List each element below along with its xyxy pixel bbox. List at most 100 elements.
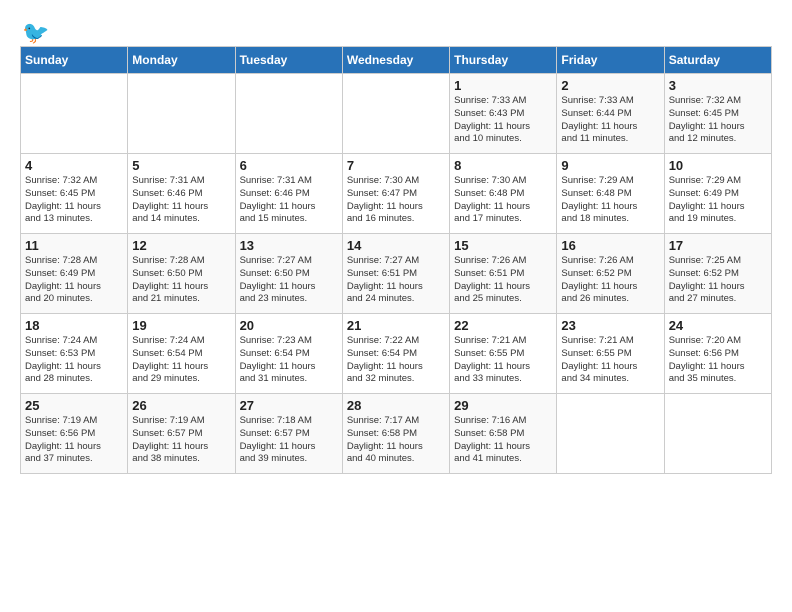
day-number: 2 xyxy=(561,78,659,93)
day-info: Sunrise: 7:22 AM Sunset: 6:54 PM Dayligh… xyxy=(347,335,445,386)
day-number: 7 xyxy=(347,158,445,173)
calendar-cell xyxy=(557,394,664,474)
day-info: Sunrise: 7:27 AM Sunset: 6:50 PM Dayligh… xyxy=(240,255,338,306)
day-info: Sunrise: 7:29 AM Sunset: 6:48 PM Dayligh… xyxy=(561,175,659,226)
day-info: Sunrise: 7:17 AM Sunset: 6:58 PM Dayligh… xyxy=(347,415,445,466)
day-number: 9 xyxy=(561,158,659,173)
calendar-cell: 27 Sunrise: 7:18 AM Sunset: 6:57 PM Dayli… xyxy=(235,394,342,474)
day-info: Sunrise: 7:31 AM Sunset: 6:46 PM Dayligh… xyxy=(132,175,230,226)
calendar-cell: 14 Sunrise: 7:27 AM Sunset: 6:51 PM Dayli… xyxy=(342,234,449,314)
day-number: 25 xyxy=(25,398,123,413)
day-info: Sunrise: 7:21 AM Sunset: 6:55 PM Dayligh… xyxy=(561,335,659,386)
header-tuesday: Tuesday xyxy=(235,47,342,74)
calendar-cell xyxy=(342,74,449,154)
day-number: 11 xyxy=(25,238,123,253)
day-number: 24 xyxy=(669,318,767,333)
header-thursday: Thursday xyxy=(450,47,557,74)
day-info: Sunrise: 7:29 AM Sunset: 6:49 PM Dayligh… xyxy=(669,175,767,226)
calendar-cell: 1 Sunrise: 7:33 AM Sunset: 6:43 PM Daylig… xyxy=(450,74,557,154)
header-sunday: Sunday xyxy=(21,47,128,74)
day-number: 15 xyxy=(454,238,552,253)
calendar-week-row: 18 Sunrise: 7:24 AM Sunset: 6:53 PM Dayli… xyxy=(21,314,772,394)
day-info: Sunrise: 7:28 AM Sunset: 6:50 PM Dayligh… xyxy=(132,255,230,306)
day-number: 16 xyxy=(561,238,659,253)
calendar-cell: 13 Sunrise: 7:27 AM Sunset: 6:50 PM Dayli… xyxy=(235,234,342,314)
calendar-cell: 3 Sunrise: 7:32 AM Sunset: 6:45 PM Daylig… xyxy=(664,74,771,154)
calendar-week-row: 4 Sunrise: 7:32 AM Sunset: 6:45 PM Daylig… xyxy=(21,154,772,234)
day-number: 4 xyxy=(25,158,123,173)
day-number: 23 xyxy=(561,318,659,333)
calendar-cell: 22 Sunrise: 7:21 AM Sunset: 6:55 PM Dayli… xyxy=(450,314,557,394)
calendar-cell: 17Sunrise: 7:25 AM Sunset: 6:52 PM Dayli… xyxy=(664,234,771,314)
calendar-table: SundayMondayTuesdayWednesdayThursdayFrid… xyxy=(20,46,772,474)
calendar-cell: 16 Sunrise: 7:26 AM Sunset: 6:52 PM Dayli… xyxy=(557,234,664,314)
calendar-header-row: SundayMondayTuesdayWednesdayThursdayFrid… xyxy=(21,47,772,74)
day-info: Sunrise: 7:25 AM Sunset: 6:52 PM Dayligh… xyxy=(669,255,767,306)
day-info: Sunrise: 7:31 AM Sunset: 6:46 PM Dayligh… xyxy=(240,175,338,226)
day-number: 6 xyxy=(240,158,338,173)
calendar-cell: 23 Sunrise: 7:21 AM Sunset: 6:55 PM Dayli… xyxy=(557,314,664,394)
calendar-cell: 20 Sunrise: 7:23 AM Sunset: 6:54 PM Dayli… xyxy=(235,314,342,394)
calendar-cell: 5 Sunrise: 7:31 AM Sunset: 6:46 PM Daylig… xyxy=(128,154,235,234)
calendar-cell: 28 Sunrise: 7:17 AM Sunset: 6:58 PM Dayli… xyxy=(342,394,449,474)
day-number: 8 xyxy=(454,158,552,173)
day-info: Sunrise: 7:27 AM Sunset: 6:51 PM Dayligh… xyxy=(347,255,445,306)
calendar-cell: 12Sunrise: 7:28 AM Sunset: 6:50 PM Dayli… xyxy=(128,234,235,314)
day-info: Sunrise: 7:33 AM Sunset: 6:44 PM Dayligh… xyxy=(561,95,659,146)
day-info: Sunrise: 7:24 AM Sunset: 6:53 PM Dayligh… xyxy=(25,335,123,386)
calendar-cell xyxy=(21,74,128,154)
day-number: 20 xyxy=(240,318,338,333)
calendar-cell xyxy=(128,74,235,154)
day-info: Sunrise: 7:16 AM Sunset: 6:58 PM Dayligh… xyxy=(454,415,552,466)
day-info: Sunrise: 7:19 AM Sunset: 6:56 PM Dayligh… xyxy=(25,415,123,466)
calendar-cell: 2 Sunrise: 7:33 AM Sunset: 6:44 PM Daylig… xyxy=(557,74,664,154)
calendar-cell: 9 Sunrise: 7:29 AM Sunset: 6:48 PM Daylig… xyxy=(557,154,664,234)
calendar-cell: 11 Sunrise: 7:28 AM Sunset: 6:49 PM Dayli… xyxy=(21,234,128,314)
day-info: Sunrise: 7:33 AM Sunset: 6:43 PM Dayligh… xyxy=(454,95,552,146)
header-wednesday: Wednesday xyxy=(342,47,449,74)
calendar-week-row: 11 Sunrise: 7:28 AM Sunset: 6:49 PM Dayli… xyxy=(21,234,772,314)
logo-bird-icon: 🐦 xyxy=(22,20,49,46)
day-info: Sunrise: 7:32 AM Sunset: 6:45 PM Dayligh… xyxy=(25,175,123,226)
calendar-cell xyxy=(235,74,342,154)
day-number: 27 xyxy=(240,398,338,413)
day-number: 10 xyxy=(669,158,767,173)
day-info: Sunrise: 7:20 AM Sunset: 6:56 PM Dayligh… xyxy=(669,335,767,386)
day-number: 3 xyxy=(669,78,767,93)
day-info: Sunrise: 7:19 AM Sunset: 6:57 PM Dayligh… xyxy=(132,415,230,466)
calendar-cell: 8 Sunrise: 7:30 AM Sunset: 6:48 PM Daylig… xyxy=(450,154,557,234)
day-info: Sunrise: 7:28 AM Sunset: 6:49 PM Dayligh… xyxy=(25,255,123,306)
day-info: Sunrise: 7:26 AM Sunset: 6:52 PM Dayligh… xyxy=(561,255,659,306)
day-number: 19 xyxy=(132,318,230,333)
header-saturday: Saturday xyxy=(664,47,771,74)
calendar-cell: 25 Sunrise: 7:19 AM Sunset: 6:56 PM Dayli… xyxy=(21,394,128,474)
calendar-cell: 26 Sunrise: 7:19 AM Sunset: 6:57 PM Dayli… xyxy=(128,394,235,474)
header-friday: Friday xyxy=(557,47,664,74)
day-number: 13 xyxy=(240,238,338,253)
day-number: 26 xyxy=(132,398,230,413)
page-header: 🐦 xyxy=(20,20,772,40)
calendar-cell: 15 Sunrise: 7:26 AM Sunset: 6:51 PM Dayli… xyxy=(450,234,557,314)
calendar-cell: 4 Sunrise: 7:32 AM Sunset: 6:45 PM Daylig… xyxy=(21,154,128,234)
day-number: 21 xyxy=(347,318,445,333)
day-info: Sunrise: 7:23 AM Sunset: 6:54 PM Dayligh… xyxy=(240,335,338,386)
day-info: Sunrise: 7:18 AM Sunset: 6:57 PM Dayligh… xyxy=(240,415,338,466)
day-info: Sunrise: 7:26 AM Sunset: 6:51 PM Dayligh… xyxy=(454,255,552,306)
day-number: 1 xyxy=(454,78,552,93)
day-info: Sunrise: 7:24 AM Sunset: 6:54 PM Dayligh… xyxy=(132,335,230,386)
calendar-cell: 19 Sunrise: 7:24 AM Sunset: 6:54 PM Dayli… xyxy=(128,314,235,394)
calendar-cell: 24 Sunrise: 7:20 AM Sunset: 6:56 PM Dayli… xyxy=(664,314,771,394)
day-number: 5 xyxy=(132,158,230,173)
day-number: 22 xyxy=(454,318,552,333)
calendar-cell: 18 Sunrise: 7:24 AM Sunset: 6:53 PM Dayli… xyxy=(21,314,128,394)
day-number: 18 xyxy=(25,318,123,333)
day-number: 14 xyxy=(347,238,445,253)
day-number: 28 xyxy=(347,398,445,413)
calendar-cell: 7Sunrise: 7:30 AM Sunset: 6:47 PM Daylig… xyxy=(342,154,449,234)
calendar-cell: 10 Sunrise: 7:29 AM Sunset: 6:49 PM Dayli… xyxy=(664,154,771,234)
day-info: Sunrise: 7:21 AM Sunset: 6:55 PM Dayligh… xyxy=(454,335,552,386)
day-info: Sunrise: 7:30 AM Sunset: 6:48 PM Dayligh… xyxy=(454,175,552,226)
calendar-cell: 21 Sunrise: 7:22 AM Sunset: 6:54 PM Dayli… xyxy=(342,314,449,394)
calendar-week-row: 1 Sunrise: 7:33 AM Sunset: 6:43 PM Daylig… xyxy=(21,74,772,154)
day-info: Sunrise: 7:32 AM Sunset: 6:45 PM Dayligh… xyxy=(669,95,767,146)
